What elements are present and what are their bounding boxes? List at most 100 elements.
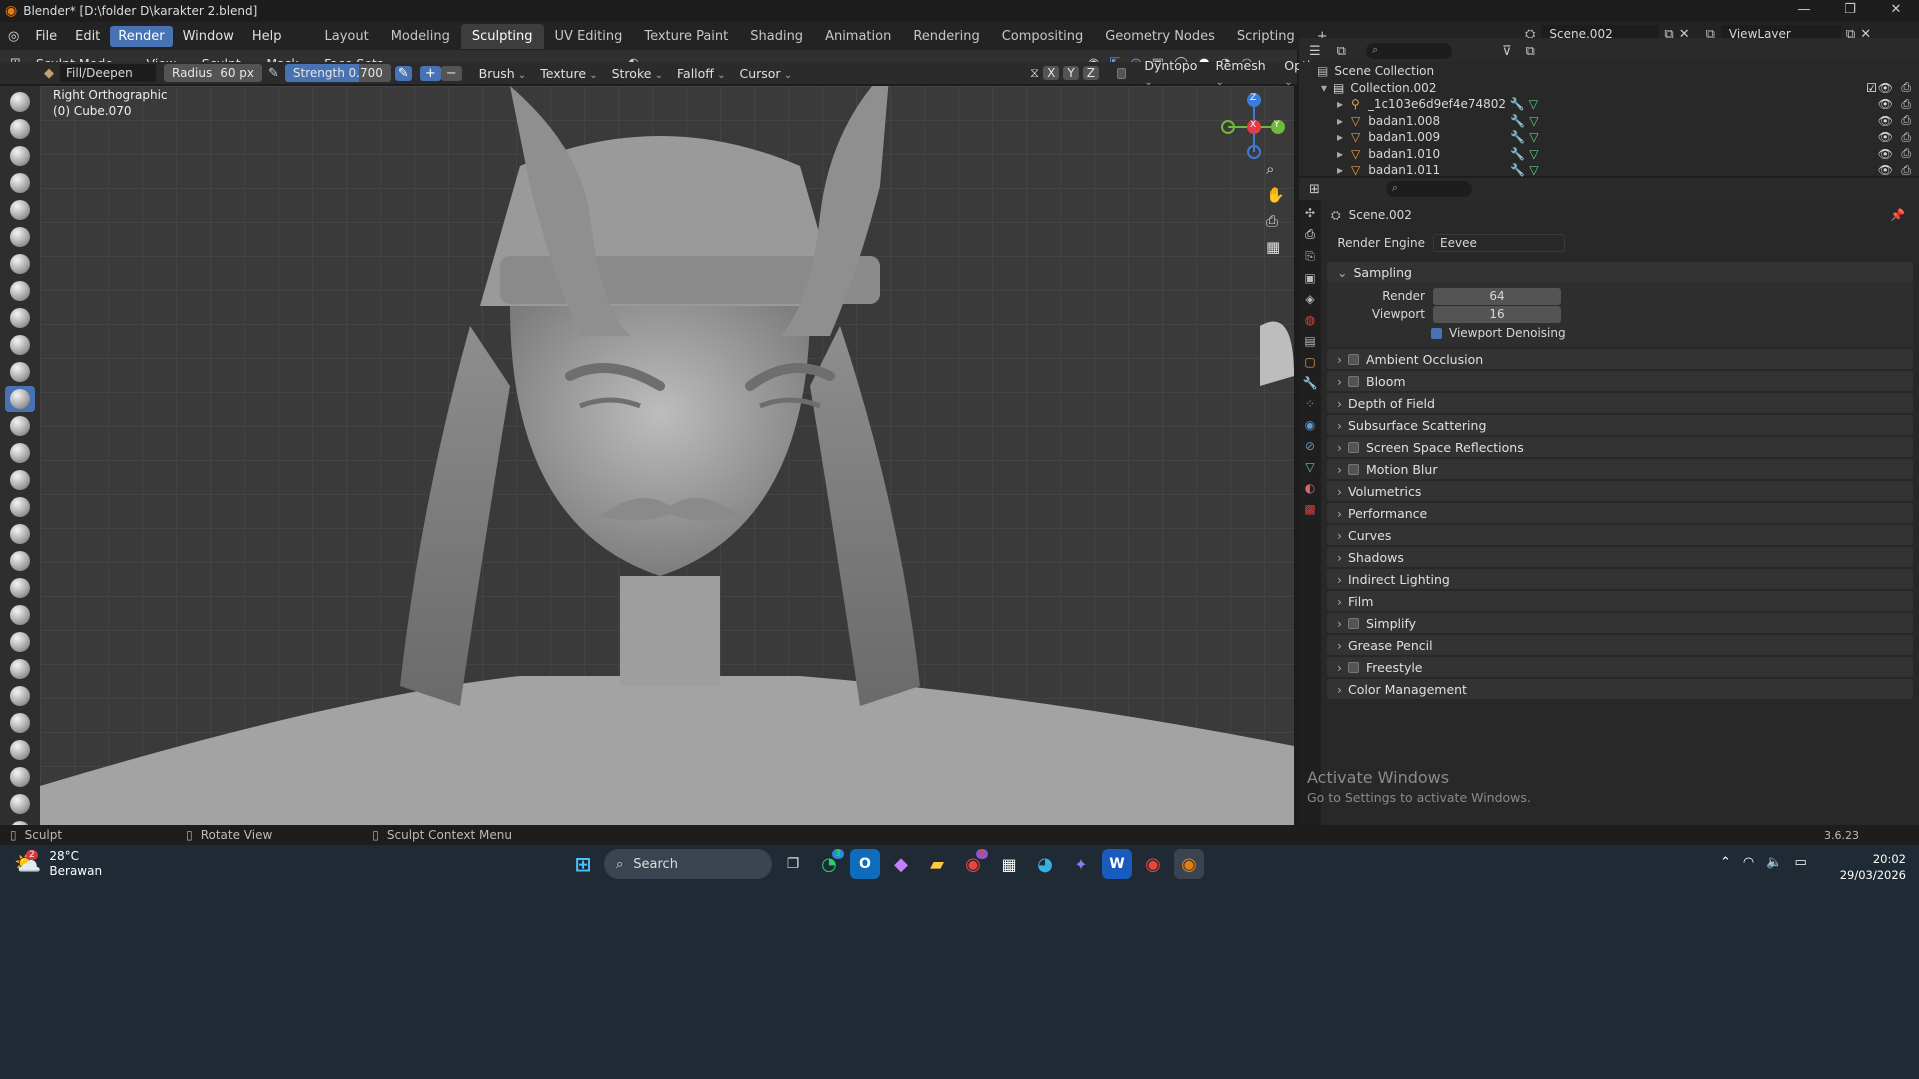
panel-enable-checkbox[interactable] <box>1348 463 1359 475</box>
tool-blob-icon[interactable] <box>5 278 35 304</box>
symmetry-x-toggle[interactable]: X <box>1043 66 1060 80</box>
word-icon[interactable]: W <box>1102 849 1132 879</box>
collection-camera-icon[interactable]: ⎙ <box>1901 80 1911 95</box>
tool-pinch-icon[interactable] <box>5 467 35 493</box>
dyntopo-checkbox[interactable] <box>1116 67 1127 79</box>
tab-compositing[interactable]: Compositing <box>991 24 1095 49</box>
tool-cloth-icon[interactable] <box>5 737 35 763</box>
tool-scrape-icon[interactable] <box>5 413 35 439</box>
properties-editor-icon[interactable]: ⊞ <box>1309 182 1320 197</box>
symmetry-icon[interactable]: ⧖ <box>1030 66 1039 81</box>
teams-icon[interactable]: ✦ <box>1066 849 1096 879</box>
edge-icon[interactable]: ◕ <box>1030 849 1060 879</box>
tool-tab-icon[interactable]: ✣ <box>1305 206 1315 220</box>
outliner-row[interactable]: ▸ ▽ badan1.008 🔧 ▽ 👁 ⎙ <box>1299 113 1919 130</box>
expand-arrow-icon[interactable]: ▸ <box>1337 97 1343 111</box>
symmetry-y-toggle[interactable]: Y <box>1063 66 1079 80</box>
object-tab-icon[interactable]: ▢ <box>1304 355 1315 369</box>
menu-brush[interactable]: Brush <box>472 64 534 83</box>
tool-inflate-icon[interactable] <box>5 251 35 277</box>
view-layer-tab-icon[interactable]: ▣ <box>1304 271 1315 285</box>
tab-layout[interactable]: Layout <box>313 24 379 49</box>
modifier-tab-icon[interactable]: 🔧 <box>1303 376 1318 390</box>
camera-icon[interactable]: ⎙ <box>1901 146 1911 161</box>
panel-indirect-lighting[interactable]: › Indirect Lighting <box>1327 569 1913 589</box>
expand-arrow-icon[interactable]: ▾ <box>1321 81 1327 95</box>
tool-simplify-icon[interactable] <box>5 764 35 790</box>
panel-depth-of-field[interactable]: › Depth of Field <box>1327 393 1913 413</box>
close-button[interactable]: ✕ <box>1873 0 1919 20</box>
collection-eye-icon[interactable]: 👁 <box>1878 81 1893 95</box>
radius-pressure-icon[interactable]: ✎ <box>268 66 279 81</box>
task-view-icon[interactable]: ❐ <box>778 849 808 879</box>
expand-arrow-icon[interactable]: ▸ <box>1337 114 1343 128</box>
tool-pose-icon[interactable] <box>5 602 35 628</box>
data-tab-icon[interactable]: ▽ <box>1305 460 1314 474</box>
tool-clay-icon[interactable] <box>5 143 35 169</box>
constraint-tab-icon[interactable]: ⊘ <box>1305 439 1315 453</box>
scene-tab-icon[interactable]: ◈ <box>1305 292 1314 306</box>
panel-grease-pencil[interactable]: › Grease Pencil <box>1327 635 1913 655</box>
world-tab-icon[interactable]: ◍ <box>1305 313 1315 327</box>
camera-icon[interactable]: ⎙ <box>1901 97 1911 112</box>
panel-bloom[interactable]: › Bloom <box>1327 371 1913 391</box>
remesh-menu[interactable]: Remesh <box>1209 56 1274 90</box>
panel-screen-space-reflections[interactable]: › Screen Space Reflections <box>1327 437 1913 457</box>
weather-widget[interactable]: ⛅ 2 28°C Berawan <box>14 849 102 879</box>
collection-checkbox[interactable]: ☑ <box>1866 81 1877 95</box>
eye-icon[interactable]: 👁 <box>1878 147 1893 161</box>
subtract-direction-icon[interactable]: − <box>440 65 462 81</box>
radius-slider[interactable]: Radius 60 px <box>164 64 262 82</box>
tool-grab-icon[interactable] <box>5 494 35 520</box>
filter-icon[interactable]: ⊽ <box>1502 44 1512 59</box>
tool-boundary-icon[interactable] <box>5 710 35 736</box>
outliner-row[interactable]: ▸ ▽ badan1.010 🔧 ▽ 👁 ⎙ <box>1299 146 1919 163</box>
panel-shadows[interactable]: › Shadows <box>1327 547 1913 567</box>
outlook-icon[interactable]: O <box>850 849 880 879</box>
file-explorer-icon[interactable]: ▰ <box>922 849 952 879</box>
taskbar-search-box[interactable]: ⌕ Search <box>604 849 772 879</box>
outliner-search-input[interactable]: ⌕ <box>1365 43 1452 59</box>
panel-volumetrics[interactable]: › Volumetrics <box>1327 481 1913 501</box>
panel-enable-checkbox[interactable] <box>1348 661 1359 673</box>
clock[interactable]: 20:02 29/03/2026 <box>1836 851 1906 883</box>
pin-icon[interactable]: 📌 <box>1890 208 1905 222</box>
tool-layer-icon[interactable] <box>5 224 35 250</box>
expand-arrow-icon[interactable]: ▸ <box>1337 130 1343 144</box>
tab-texture-paint[interactable]: Texture Paint <box>633 24 739 49</box>
sampling-panel-header[interactable]: ⌄ Sampling <box>1327 262 1913 282</box>
outliner-row[interactable]: ▸ ▽ badan1.011 🔧 ▽ 👁 ⎙ <box>1299 162 1919 179</box>
panel-enable-checkbox[interactable] <box>1348 353 1359 365</box>
expand-arrow-icon[interactable]: ▸ <box>1337 163 1343 177</box>
tool-clay-strips-icon[interactable] <box>5 170 35 196</box>
material-tab-icon[interactable]: ◐ <box>1305 481 1315 495</box>
wifi-icon[interactable]: ◠ <box>1743 855 1754 870</box>
tool-draw-sharp-icon[interactable] <box>5 116 35 142</box>
panel-color-management[interactable]: › Color Management <box>1327 679 1913 699</box>
tab-modeling[interactable]: Modeling <box>380 24 461 49</box>
panel-performance[interactable]: › Performance <box>1327 503 1913 523</box>
maximize-button[interactable]: ❐ <box>1827 0 1873 20</box>
eye-icon[interactable]: 👁 <box>1878 130 1893 144</box>
camera-icon[interactable]: ⎙ <box>1901 130 1911 145</box>
particles-tab-icon[interactable]: ⁘ <box>1305 397 1315 411</box>
scene-collection-label[interactable]: Scene Collection <box>1334 64 1434 78</box>
tool-nudge-icon[interactable] <box>5 629 35 655</box>
viewport-denoising-checkbox[interactable] <box>1431 327 1442 339</box>
chrome-profile-icon[interactable]: ◉ <box>1138 849 1168 879</box>
expand-arrow-icon[interactable]: ▸ <box>1337 147 1343 161</box>
tab-rendering[interactable]: Rendering <box>902 24 990 49</box>
blender-taskbar-icon[interactable]: ◉ <box>1174 849 1204 879</box>
camera-icon[interactable]: ⎙ <box>1266 212 1285 230</box>
menu-texture[interactable]: Texture <box>533 64 604 83</box>
tool-fill-icon[interactable] <box>5 386 35 412</box>
tool-draw-icon[interactable] <box>5 89 35 115</box>
menu-edit[interactable]: Edit <box>67 26 108 47</box>
output-tab-icon[interactable]: ⎘ <box>1305 249 1315 264</box>
menu-cursor[interactable]: Cursor <box>732 64 799 83</box>
viewport-samples-field[interactable]: 16 <box>1433 305 1561 323</box>
tool-snake-hook-icon[interactable] <box>5 548 35 574</box>
blender-menu-icon[interactable]: ◎ <box>8 29 19 44</box>
add-direction-icon[interactable]: + <box>419 65 441 81</box>
render-samples-field[interactable]: 64 <box>1433 287 1561 305</box>
